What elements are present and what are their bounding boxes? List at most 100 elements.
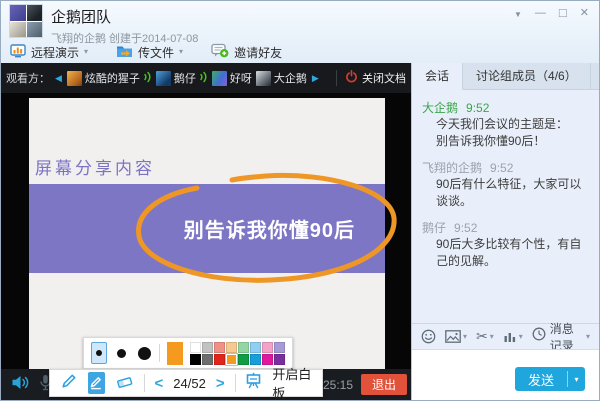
divider [143, 374, 145, 392]
shared-slide: 屏幕分享内容 别告诉我你懂90后 [29, 98, 385, 371]
slide-banner: 别告诉我你懂90后 [29, 184, 385, 273]
pen-size-small-button[interactable] [91, 342, 108, 364]
color-swatch[interactable] [214, 341, 225, 353]
divider [234, 374, 236, 392]
message-text: 90后大多比较有个性，有自己的见解。 [436, 237, 582, 268]
chat-toolbar: ▾ ✂ ▾ ▾ 消息记录 ▾ [412, 322, 599, 353]
chat-tabs: 会话 讨论组成员（4/6） [412, 63, 599, 90]
viewer-name: 鹅仔 [173, 73, 196, 85]
minimize-icon[interactable]: — [535, 7, 546, 21]
color-swatch[interactable] [190, 341, 201, 353]
color-swatch[interactable] [262, 341, 273, 353]
viewer-name: 炫酷的猩子 [84, 73, 140, 85]
speaking-signal-icon [199, 71, 208, 86]
viewer-bar: 观看方： ◀ 炫酷的猩子 鹅仔 好呀 大企鹅 ▶ 关闭文档 [1, 63, 411, 93]
chat-message: 大企鹅 9:52 今天我们会议的主题是： 别告诉我你懂90后！ [422, 99, 589, 150]
menu-icon[interactable]: ▼ [514, 9, 522, 21]
screenshot-button[interactable]: ✂ ▾ [476, 328, 494, 345]
scroll-left-icon[interactable]: ◀ [54, 73, 63, 84]
window-title: 企鹅团队 [51, 9, 112, 26]
viewer-item[interactable]: 大企鹅 [255, 70, 307, 86]
viewer-item[interactable]: 好呀 [211, 70, 252, 86]
invite-friends-label: 邀请好友 [234, 45, 283, 60]
avatar [66, 70, 82, 86]
maximize-icon[interactable]: □ [559, 6, 567, 21]
viewer-item[interactable]: 炫酷的猩子 [66, 70, 152, 86]
power-icon [345, 70, 358, 86]
color-swatch[interactable] [226, 341, 237, 353]
message-text: 90后有什么特征，大家可以谈谈。 [436, 177, 582, 208]
sender-name: 大企鹅 [422, 101, 459, 115]
color-swatch[interactable] [250, 341, 261, 353]
chevron-down-icon: ▾ [84, 47, 89, 56]
avatar [211, 70, 227, 86]
sender-name: 飞翔的企鹅 [422, 161, 483, 175]
color-swatch[interactable] [202, 353, 213, 365]
app-window: 企鹅团队 飞翔的企鹅 创建于2014-07-08 ▼ — □ ✕ 远程演示 ▾ [0, 0, 600, 401]
avatar [26, 21, 42, 37]
image-button[interactable]: ▾ [445, 330, 467, 343]
message-input[interactable]: 发送 ▾ [412, 349, 599, 400]
viewers-label: 观看方： [6, 73, 50, 85]
scroll-right-icon[interactable]: ▶ [311, 73, 320, 84]
color-swatch[interactable] [214, 353, 225, 365]
whiteboard-icon [245, 372, 262, 394]
speaker-icon[interactable] [11, 374, 30, 396]
invite-friends-button[interactable]: 邀请好友 [211, 43, 282, 61]
color-swatch-selected[interactable] [225, 352, 238, 366]
divider [159, 344, 160, 362]
pen-options-popup [83, 337, 293, 369]
color-swatch[interactable] [274, 353, 285, 365]
color-swatch[interactable] [202, 341, 213, 353]
viewer-item[interactable]: 鹅仔 [155, 70, 208, 86]
send-label[interactable]: 发送 [515, 367, 567, 391]
tab-members[interactable]: 讨论组成员（4/6） [463, 63, 591, 89]
close-icon[interactable]: ✕ [580, 7, 589, 21]
open-whiteboard-button[interactable]: 开启白板 [272, 364, 312, 400]
top-area: 企鹅团队 飞翔的企鹅 创建于2014-07-08 ▼ — □ ✕ 远程演示 ▾ [1, 1, 599, 63]
pen-tool-button[interactable] [60, 372, 78, 395]
avatar [26, 5, 42, 21]
sender-name: 鹅仔 [422, 221, 447, 235]
send-options-icon[interactable]: ▾ [568, 367, 585, 391]
annotation-toolbar: < 24/52 > 开启白板 [49, 367, 323, 400]
main-toolbar: 远程演示 ▾ 传文件 ▾ 邀请好友 [1, 41, 599, 63]
pen-size-medium-button[interactable] [114, 342, 130, 364]
current-color-swatch [166, 341, 183, 365]
window-controls: ▼ — □ ✕ [514, 6, 589, 21]
pen-size-large-button[interactable] [137, 342, 153, 364]
color-swatch[interactable] [190, 353, 201, 365]
chat-message: 鹅仔 9:52 90后大多比较有个性，有自己的见解。 [422, 219, 589, 270]
shared-screen-stage: 屏幕分享内容 别告诉我你懂90后 < 24/52 > 开启白板 25:15 退出 [1, 93, 411, 400]
avatar [255, 70, 271, 86]
page-indicator: 24/52 [173, 375, 206, 391]
chevron-down-icon: ▾ [585, 331, 590, 341]
color-swatch[interactable] [262, 353, 273, 365]
scissors-icon: ✂ [476, 328, 488, 344]
next-page-button[interactable]: > [216, 376, 225, 391]
emoji-button[interactable] [421, 329, 436, 344]
message-text: 别告诉我你懂90后！ [436, 134, 546, 148]
exit-button[interactable]: 退出 [361, 374, 407, 395]
close-document-button[interactable]: 关闭文档 [345, 70, 406, 86]
color-swatch[interactable] [238, 341, 249, 353]
avatar [10, 5, 26, 21]
vote-button[interactable]: ▾ [503, 331, 523, 343]
send-file-button[interactable]: 传文件 ▾ [116, 44, 183, 61]
eraser-tool-button[interactable] [115, 373, 134, 394]
folder-icon [116, 44, 133, 61]
tab-conversation[interactable]: 会话 [412, 63, 464, 90]
color-swatch[interactable] [250, 353, 261, 365]
prev-page-button[interactable]: < [155, 376, 164, 391]
message-time: 9:52 [466, 101, 490, 115]
message-text: 今天我们会议的主题是： [436, 117, 569, 131]
avatar [155, 70, 171, 86]
color-swatch[interactable] [238, 353, 249, 365]
send-button[interactable]: 发送 ▾ [514, 367, 585, 391]
divider [336, 70, 337, 86]
color-swatch[interactable] [274, 341, 285, 353]
chat-message: 飞翔的企鹅 9:52 90后有什么特征，大家可以谈谈。 [422, 159, 589, 210]
highlighter-tool-button-selected[interactable] [88, 372, 105, 394]
remote-demo-button[interactable]: 远程演示 ▾ [10, 43, 89, 61]
invite-bubble-icon [211, 43, 229, 61]
